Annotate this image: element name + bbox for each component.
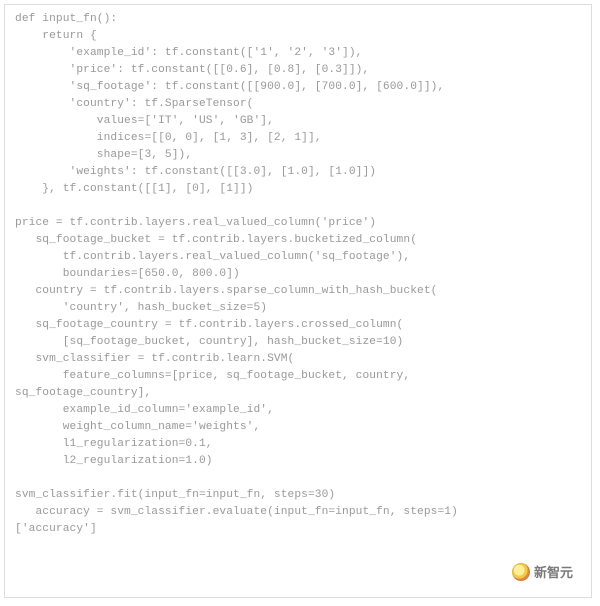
watermark-logo-icon	[512, 563, 530, 581]
code-block: def input_fn(): return { 'example_id': t…	[15, 11, 581, 538]
watermark: 新智元	[512, 562, 573, 581]
watermark-text: 新智元	[534, 562, 573, 581]
code-container: def input_fn(): return { 'example_id': t…	[4, 4, 592, 598]
